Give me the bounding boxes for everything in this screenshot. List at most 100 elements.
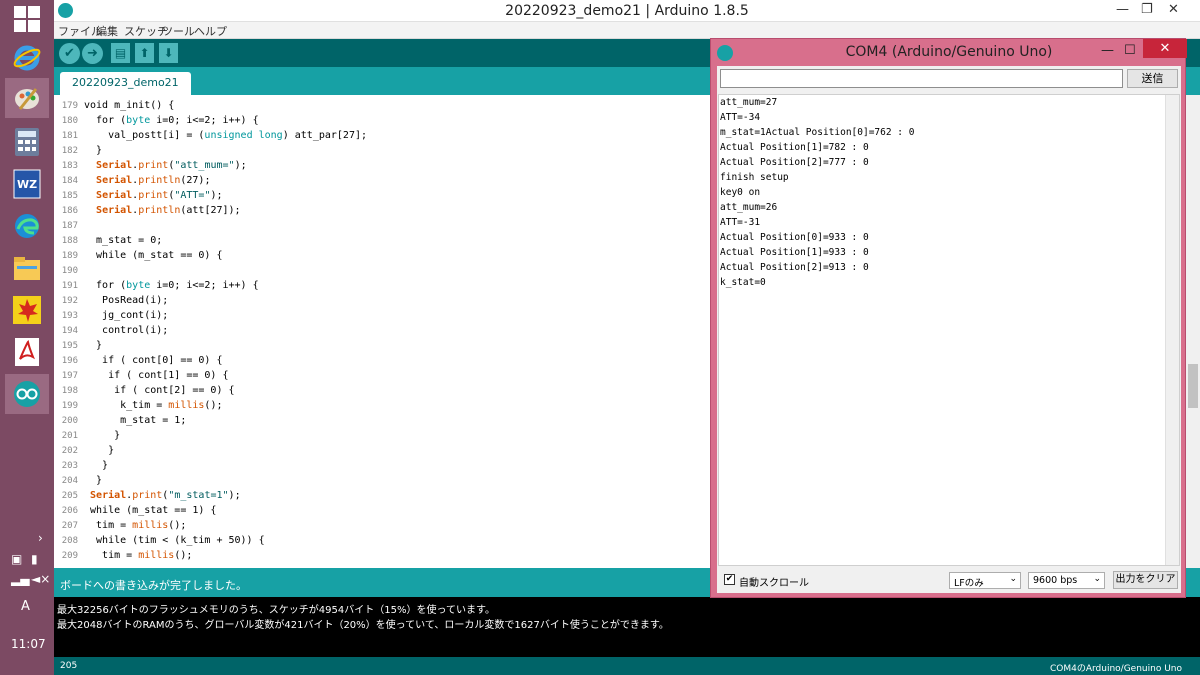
board-port-info: COM4のArduino/Genuino Uno [1049, 664, 1182, 674]
verify-button[interactable]: ✔ [59, 43, 80, 64]
internet-explorer-icon[interactable] [5, 38, 49, 78]
line-number: 191 [61, 281, 78, 291]
serial-body: 送信 att_mum=27 ATT=-34 m_stat=1Actual Posit… [717, 66, 1181, 593]
autoscroll-checkbox[interactable]: ✔ [724, 574, 735, 585]
serial-output-line: ATT=-34 [720, 112, 761, 123]
windows-start-icon[interactable] [14, 6, 40, 32]
send-button[interactable]: 送信 [1127, 69, 1178, 88]
edge-icon[interactable] [5, 206, 49, 246]
ide-titlebar: 20220923_demo21 | Arduino 1.8.5 — ❐ ✕ [54, 0, 1200, 22]
line-number: 201 [61, 431, 78, 441]
code-line: } [84, 475, 103, 486]
clear-output-button[interactable]: 出力をクリア [1113, 571, 1178, 589]
editor-scrollbar[interactable] [1186, 95, 1200, 568]
line-number: 189 [61, 251, 78, 261]
check-icon: ✔ [64, 46, 75, 61]
line-number: 208 [61, 536, 78, 546]
serial-output-line: Actual Position[0]=933 : 0 [720, 232, 869, 243]
serial-output-line: Actual Position[2]=777 : 0 [720, 157, 869, 168]
line-number: 200 [61, 416, 78, 426]
upload-button[interactable]: ➜ [82, 43, 103, 64]
line-number: 190 [61, 266, 78, 276]
ime-indicator[interactable]: A [21, 599, 30, 614]
acrobat-reader-icon[interactable] [5, 332, 49, 372]
tab-sketch[interactable]: 20220923_demo21 [60, 72, 191, 95]
code-line: for (byte i=0; i<=2; i++) { [84, 115, 259, 126]
serial-output-line: Actual Position[1]=933 : 0 [720, 247, 869, 258]
new-button[interactable]: ▤ [111, 43, 130, 63]
code-line: jg_cont(i); [84, 310, 169, 321]
new-file-icon: ▤ [114, 46, 127, 60]
line-number: 197 [61, 371, 78, 381]
code-line: k_tim = millis(); [84, 400, 223, 411]
file-explorer-icon[interactable] [5, 248, 49, 288]
save-button[interactable]: ⬇ [159, 43, 178, 63]
status-message: ボードへの書き込みが完了しました。 [60, 579, 247, 592]
line-number: 205 [61, 491, 78, 501]
line-number: 199 [61, 401, 78, 411]
code-line: tim = millis(); [84, 520, 187, 531]
bottom-bar: 205 COM4のArduino/Genuino Uno [54, 657, 1200, 675]
code-line: } [84, 430, 121, 441]
cursor-line-number: 205 [60, 661, 78, 671]
tray-expand-icon[interactable]: › [38, 531, 43, 545]
volume-muted-icon[interactable]: ◄× [31, 572, 50, 586]
chevron-down-icon: ⌄ [1093, 574, 1101, 584]
line-number: 183 [61, 161, 78, 171]
code-line: control(i); [84, 325, 169, 336]
code-line: while (m_stat == 0) { [84, 250, 223, 261]
paint-icon[interactable] [5, 78, 49, 118]
menu-tools[interactable]: ツール [162, 23, 195, 39]
baud-rate-select[interactable]: 9600 bps ⌄ [1028, 572, 1105, 589]
serial-scrollbar[interactable] [1165, 95, 1179, 565]
clock[interactable]: 11:07 [11, 637, 46, 651]
open-button[interactable]: ⬆ [135, 43, 154, 63]
up-arrow-icon: ⬆ [139, 46, 150, 60]
code-line: Serial.println(att[27]); [96, 205, 241, 216]
chevron-down-icon: ⌄ [1009, 574, 1017, 584]
taskbar: WZ › ▣ ▮ ▂▄ ◄× A 11:07 [0, 0, 54, 675]
calculator-icon[interactable] [5, 122, 49, 162]
menubar: ファイル 編集 スケッチ ツール ヘルプ [54, 22, 1200, 39]
network-icon[interactable]: ▣ [11, 552, 22, 566]
maple-leaf-app-icon[interactable] [5, 290, 49, 330]
serial-maximize-button[interactable]: ☐ [1124, 43, 1136, 58]
menu-edit[interactable]: 編集 [96, 23, 118, 39]
line-ending-select[interactable]: LFのみ ⌄ [949, 572, 1021, 589]
serial-output-line: k_stat=0 [720, 277, 766, 288]
line-number: 187 [61, 221, 78, 231]
line-number: 202 [61, 446, 78, 456]
code-line: if ( cont[1] == 0) { [84, 370, 229, 381]
code-line: } [84, 445, 115, 456]
line-number: 194 [61, 326, 78, 336]
code-line: PosRead(i); [84, 295, 169, 306]
editor-scroll-thumb[interactable] [1188, 364, 1198, 408]
close-button[interactable]: ✕ [1168, 2, 1179, 17]
serial-minimize-button[interactable]: — [1101, 43, 1114, 58]
line-number: 182 [61, 146, 78, 156]
baud-rate-value: 9600 bps [1033, 575, 1078, 586]
code-line: Serial.print("att_mum="); [96, 160, 247, 171]
serial-output[interactable]: att_mum=27 ATT=-34 m_stat=1Actual Position… [718, 94, 1180, 566]
serial-output-line: att_mum=27 [720, 97, 778, 108]
minimize-button[interactable]: — [1116, 2, 1129, 17]
signal-icon[interactable]: ▂▄ [11, 572, 29, 586]
serial-close-button[interactable]: ✕ [1143, 39, 1187, 58]
line-ending-value: LFのみ [954, 578, 984, 589]
serial-output-line: key0 on [720, 187, 761, 198]
line-number: 184 [61, 176, 78, 186]
serial-output-line: finish setup [720, 172, 789, 183]
code-line: void m_init() { [84, 100, 175, 111]
console-output[interactable]: 最大32256バイトのフラッシュメモリのうち、スケッチが4954バイト（15%）… [54, 597, 1200, 657]
arduino-taskbar-icon[interactable] [5, 374, 49, 414]
menu-help[interactable]: ヘルプ [194, 23, 227, 39]
system-tray: › ▣ ▮ ▂▄ ◄× A 11:07 [0, 531, 54, 675]
line-number: 204 [61, 476, 78, 486]
restore-button[interactable]: ❐ [1141, 2, 1153, 17]
serial-title: COM4 (Arduino/Genuino Uno) [845, 44, 1053, 60]
battery-icon[interactable]: ▮ [31, 552, 38, 566]
wz-editor-icon[interactable]: WZ [5, 164, 49, 204]
serial-input[interactable] [720, 69, 1123, 88]
line-number: 198 [61, 386, 78, 396]
code-line: Serial.print("ATT="); [96, 190, 223, 201]
